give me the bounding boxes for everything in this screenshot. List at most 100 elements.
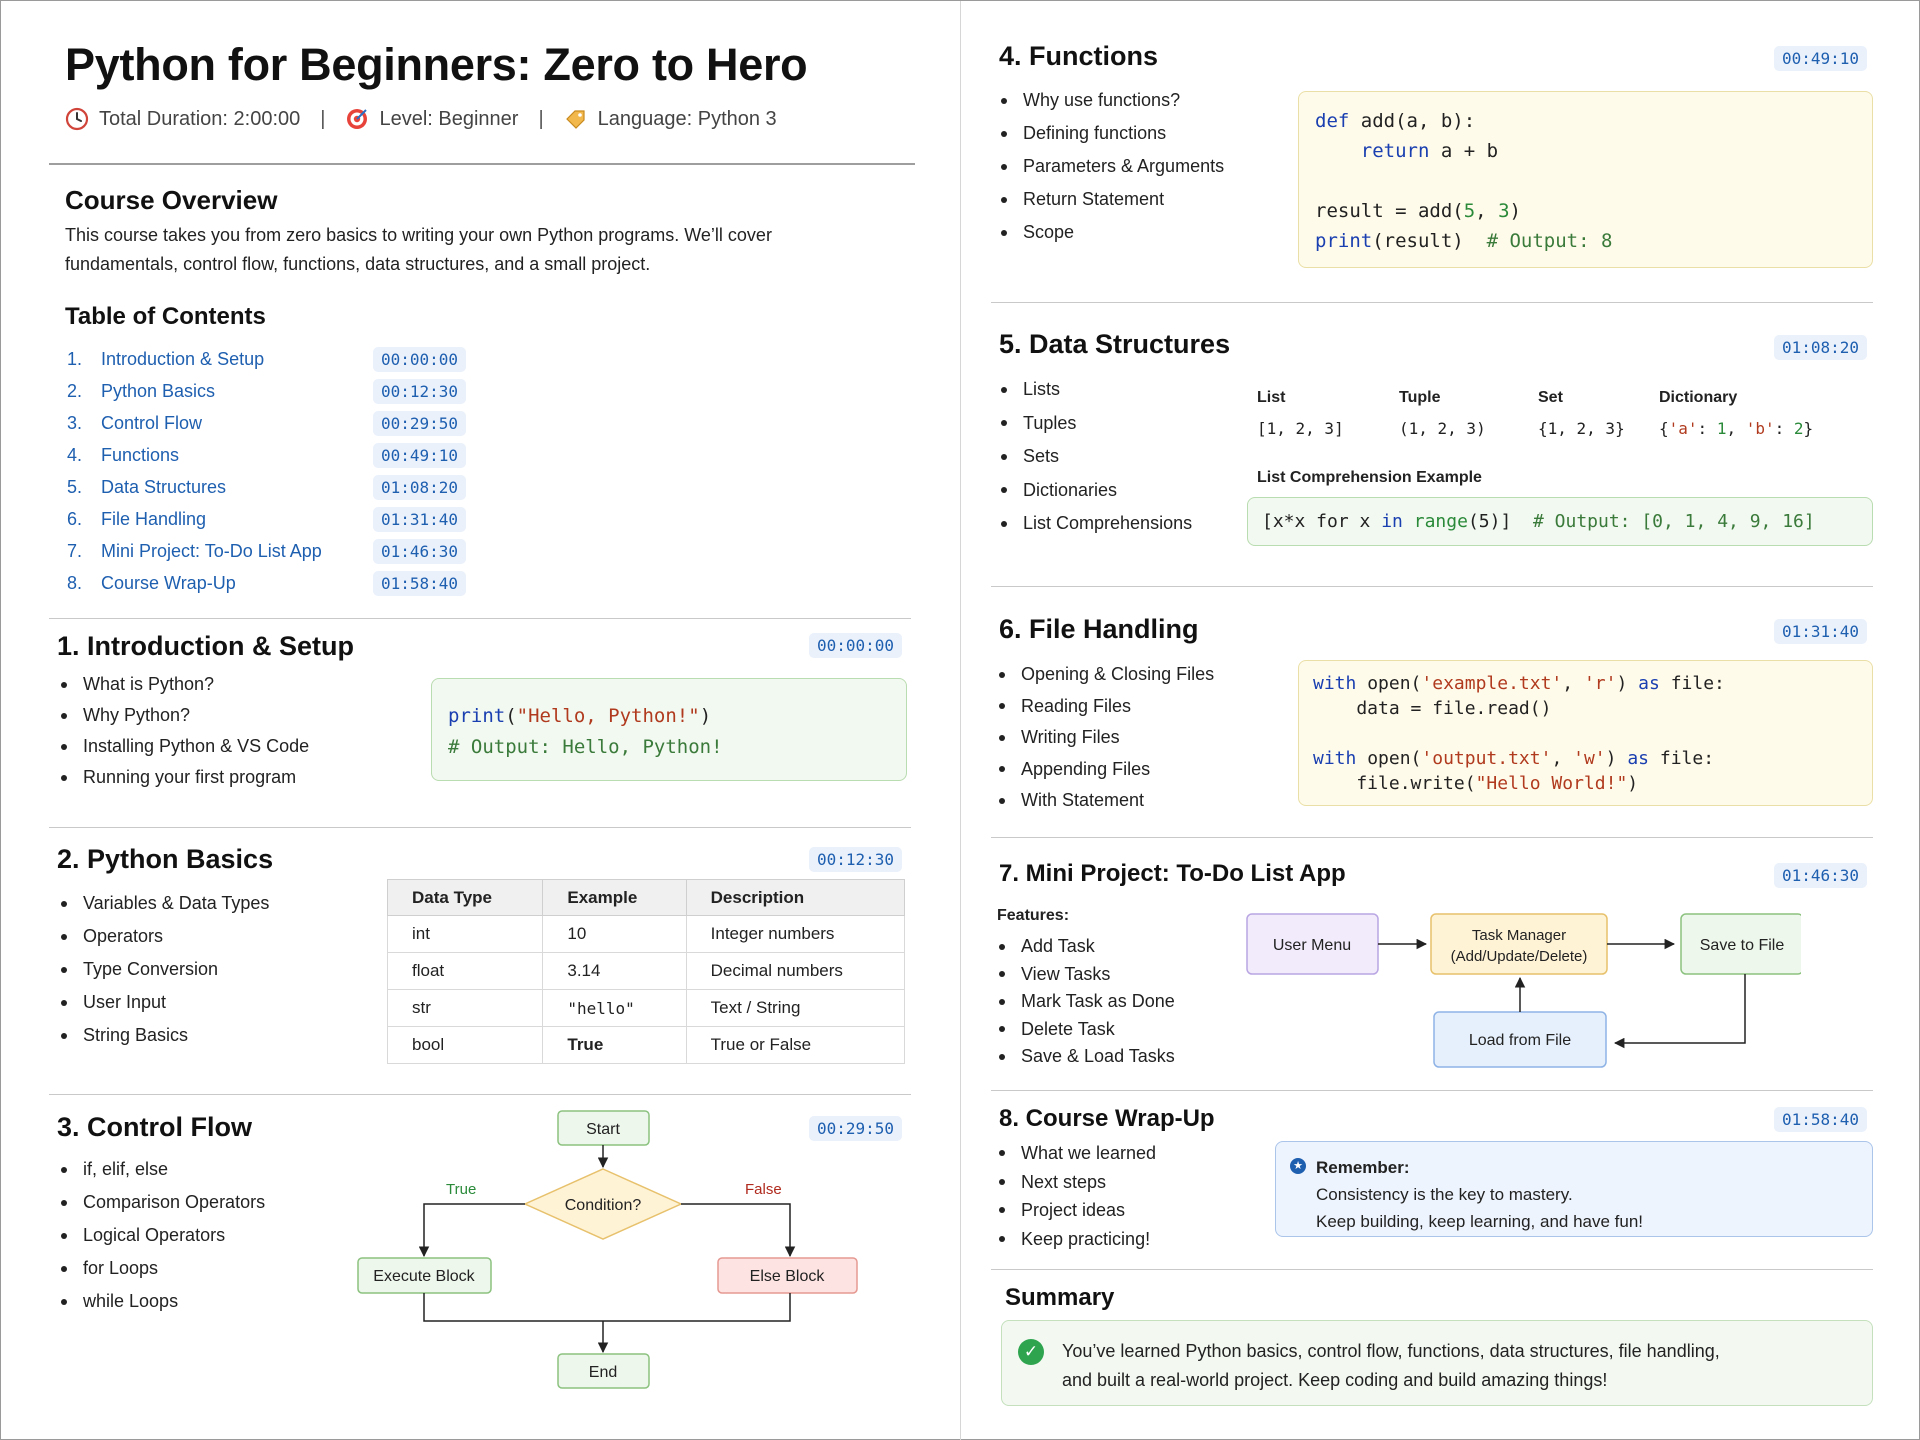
list-item: Operators [57, 920, 269, 953]
section-1-code: print("Hello, Python!") # Output: Hello,… [431, 678, 907, 781]
meta-separator: | [538, 107, 544, 130]
section-8-heading: 8. Course Wrap-Up [999, 1105, 1215, 1132]
list-item: Logical Operators [57, 1219, 265, 1252]
level-text: Level: Beginner [379, 107, 519, 130]
remember-callout: ★ Remember: Consistency is the key to ma… [1275, 1141, 1873, 1237]
section-1-timestamp: 00:00:00 [809, 633, 903, 658]
toc-item-link[interactable]: Introduction & Setup [101, 349, 373, 370]
divider [991, 586, 1873, 587]
list-item: Mark Task as Done [995, 988, 1175, 1016]
meta-separator: | [320, 107, 326, 130]
toc-item-link[interactable]: Control Flow [101, 413, 373, 434]
toc-item-link[interactable]: Mini Project: To-Do List App [101, 541, 373, 562]
toc-item[interactable]: 4. Functions 00:49:10 [67, 439, 487, 471]
load-file-label: Load from File [1469, 1032, 1571, 1049]
toc-item[interactable]: 7. Mini Project: To-Do List App 01:46:30 [67, 535, 487, 567]
divider [49, 618, 911, 619]
toc-item-link[interactable]: Course Wrap-Up [101, 573, 373, 594]
table-row: str "hello" Text / String [386, 989, 906, 1027]
section-4-code: def add(a, b): return a + b result = add… [1298, 91, 1873, 268]
data-structure-type: Tuple (1, 2, 3) [1399, 389, 1486, 438]
table-cell: True [542, 1026, 687, 1064]
table-row: float 3.14 Decimal numbers [386, 952, 906, 990]
toc-item-timestamp: 00:00:00 [373, 346, 467, 372]
table-cell: "hello" [542, 989, 687, 1027]
data-structure-name: List [1257, 389, 1286, 406]
table-row: int 10 Integer numbers [386, 915, 906, 953]
list-item: Writing Files [995, 722, 1214, 754]
list-item: Parameters & Arguments [997, 150, 1224, 183]
tag-icon [565, 110, 585, 129]
list-item: What we learned [995, 1139, 1156, 1168]
table-cell: float [386, 952, 544, 990]
toc-item-number: 4. [67, 444, 83, 465]
toc-item[interactable]: 2. Python Basics 00:12:30 [67, 375, 487, 407]
toc-item-link[interactable]: File Handling [101, 509, 373, 530]
data-structure-type: Dictionary {'a': 1, 'b': 2} [1659, 389, 1813, 438]
section-5-timestamp: 01:08:20 [1774, 335, 1868, 360]
section-4-timestamp: 00:49:10 [1774, 46, 1868, 71]
list-item: Next steps [995, 1168, 1156, 1197]
data-structure-example: (1, 2, 3) [1399, 419, 1486, 438]
divider [991, 1269, 1873, 1270]
flow-true-label: True [446, 1181, 476, 1198]
toc-item-number: 8. [67, 572, 83, 593]
table-cell: Decimal numbers [685, 952, 906, 990]
features-heading: Features: [997, 907, 1070, 924]
data-structure-name: Set [1538, 389, 1563, 406]
page-title: Python for Beginners: Zero to Hero [65, 39, 808, 90]
toc-item[interactable]: 6. File Handling 01:31:40 [67, 503, 487, 535]
toc-item-number: 6. [67, 508, 83, 529]
star-icon: ★ [1290, 1158, 1306, 1174]
flow-execute-label: Execute Block [373, 1268, 475, 1285]
section-1-heading: 1. Introduction & Setup [57, 631, 354, 661]
section-7-bullets: Add Task View Tasks Mark Task as Done Delet… [995, 933, 1175, 1071]
toc-item-link[interactable]: Functions [101, 445, 373, 466]
list-item: while Loops [57, 1285, 265, 1318]
toc-item[interactable]: 5. Data Structures 01:08:20 [67, 471, 487, 503]
divider [991, 1090, 1873, 1091]
list-item: Running your first program [57, 762, 309, 793]
section-5-bullets: Lists Tuples Sets Dictionaries List Comprehe… [997, 373, 1192, 541]
list-item: if, elif, else [57, 1153, 265, 1186]
toc-item-number: 1. [67, 348, 83, 369]
flow-condition-label: Condition? [565, 1197, 642, 1214]
list-item: Lists [997, 373, 1192, 407]
overview-heading: Course Overview [65, 185, 278, 215]
toc-heading: Table of Contents [65, 303, 266, 330]
toc-item[interactable]: 1. Introduction & Setup 00:00:00 [67, 343, 487, 375]
list-item: User Input [57, 986, 269, 1019]
toc-item[interactable]: 8. Course Wrap-Up 01:58:40 [67, 567, 487, 599]
list-item: Comparison Operators [57, 1186, 265, 1219]
section-2-heading: 2. Python Basics [57, 844, 274, 874]
list-item: Dictionaries [997, 474, 1192, 508]
toc-item-number: 2. [67, 380, 83, 401]
list-item: Keep practicing! [995, 1225, 1156, 1254]
table-cell: Text / String [685, 989, 906, 1027]
data-structure-name: Dictionary [1659, 389, 1738, 406]
list-item: What is Python? [57, 669, 309, 700]
data-structure-example: {1, 2, 3} [1538, 419, 1625, 438]
section-5-code: [x*x for x in range(5)] # Output: [0, 1,… [1247, 497, 1873, 546]
toc-item-number: 3. [67, 412, 83, 433]
save-file-label: Save to File [1700, 937, 1785, 954]
list-item: Sets [997, 440, 1192, 474]
section-4-heading: 4. Functions [999, 41, 1159, 71]
remember-title: Remember: [1316, 1158, 1410, 1177]
todo-app-diagram: User Menu Task Manager (Add/Update/Delet… [1246, 913, 1801, 1068]
section-6-heading: 6. File Handling [999, 614, 1199, 644]
data-structure-example: [1, 2, 3] [1257, 419, 1344, 438]
toc-item[interactable]: 3. Control Flow 00:29:50 [67, 407, 487, 439]
section-6-timestamp: 01:31:40 [1774, 619, 1868, 644]
list-item: Add Task [995, 933, 1175, 961]
task-manager-sublabel: (Add/Update/Delete) [1451, 948, 1588, 965]
data-structure-type: List [1, 2, 3] [1257, 389, 1344, 438]
divider [49, 827, 911, 828]
list-item: View Tasks [995, 961, 1175, 989]
list-item: String Basics [57, 1019, 269, 1052]
toc-item-link[interactable]: Python Basics [101, 381, 373, 402]
clock-icon [65, 107, 89, 131]
flow-arrow [418, 1203, 525, 1258]
toc-item-link[interactable]: Data Structures [101, 477, 373, 498]
overview-text: This course takes you from zero basics t… [65, 225, 772, 274]
